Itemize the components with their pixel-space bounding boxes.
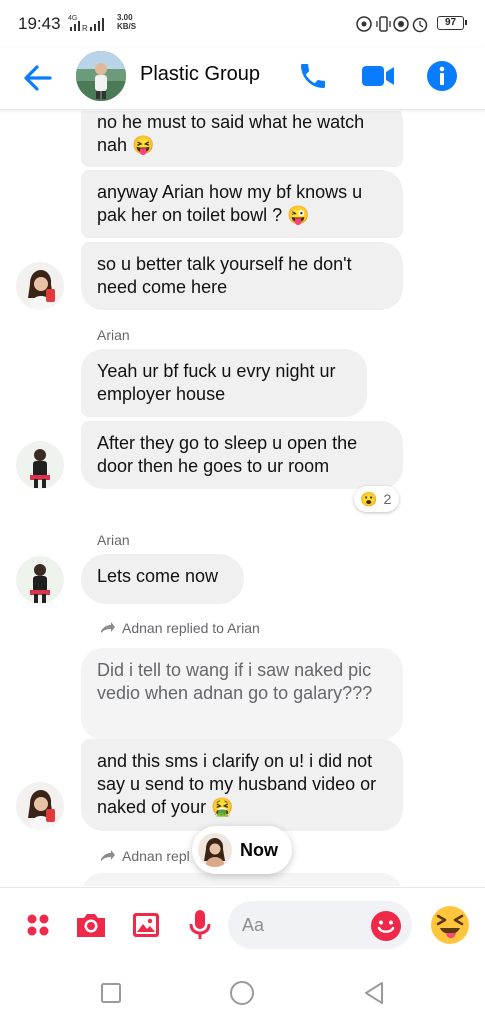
message-text: Lets come now: [97, 566, 219, 586]
reply-arrow-icon: [101, 850, 115, 861]
message-text: anyway Arian how my bf knows u pak her o…: [97, 182, 363, 225]
phone-icon: [301, 64, 325, 88]
emoji-icon: [371, 911, 401, 941]
system-nav-bar: [0, 962, 485, 1024]
reaction-count: 2: [383, 491, 392, 507]
sender-avatar[interactable]: [16, 782, 64, 830]
reaction-emoji: 😮: [360, 490, 378, 507]
home-icon: [230, 981, 254, 1005]
reply-text: Adnan replied to Arian: [122, 620, 260, 636]
home-button[interactable]: [228, 979, 256, 1007]
reply-text: Adnan repl: [122, 848, 190, 864]
sender-name: Arian: [97, 327, 130, 343]
message-bubble[interactable]: so u better talk yourself he don't need …: [81, 242, 403, 310]
reply-arrow-icon: [101, 622, 115, 633]
video-camera-icon: [362, 66, 394, 86]
reply-indicator: Adnan replied to Arian: [100, 620, 260, 636]
gallery-button[interactable]: [129, 908, 163, 942]
more-dots-icon: [27, 914, 49, 936]
status-bar: 19:43 4G R 3.00 KB/S 97: [0, 0, 485, 48]
more-actions-button[interactable]: [21, 908, 55, 942]
squint-tongue-emoji-icon: [431, 906, 469, 944]
net-speed: 3.00 KB/S: [117, 13, 137, 31]
gallery-icon: [133, 913, 159, 937]
dnd-icon: [393, 16, 409, 32]
quoted-message[interactable]: Did i tell to wang if i saw naked pic ve…: [81, 648, 403, 740]
vibrate-icon: [376, 16, 391, 32]
svg-text:R: R: [82, 24, 88, 33]
group-avatar[interactable]: [76, 51, 126, 101]
message-bubble[interactable]: and this sms i clarify on u! i did not s…: [81, 739, 403, 831]
now-label: Now: [240, 839, 278, 860]
message-bubble[interactable]: no he must to said what he watch nah 😝: [81, 111, 403, 167]
group-photo: [76, 51, 126, 101]
back-icon: [365, 982, 383, 1004]
message-text: and this sms i clarify on u! i did not s…: [97, 751, 377, 817]
clock: 19:43: [18, 14, 61, 33]
message-composer: [0, 887, 485, 961]
voice-message-button[interactable]: [183, 908, 217, 942]
back-button[interactable]: [20, 60, 56, 96]
avatar-photo: [16, 556, 64, 604]
avatar-photo: [16, 262, 64, 310]
message-text: After they go to sleep u open the door t…: [97, 433, 358, 476]
back-nav-button[interactable]: [360, 979, 388, 1007]
message-list[interactable]: no he must to said what he watch nah 😝 a…: [0, 111, 485, 886]
message-bubble[interactable]: After they go to sleep u open the door t…: [81, 421, 403, 489]
message-text: so u better talk yourself he don't need …: [97, 254, 352, 297]
reaction-badge[interactable]: 😮 2: [354, 486, 400, 512]
quick-reaction-button[interactable]: [429, 904, 471, 946]
message-text: Yeah ur bf fuck u evry night ur employer…: [97, 361, 336, 404]
status-icons: [356, 16, 428, 33]
message-bubble[interactable]: anyway Arian how my bf knows u pak her o…: [81, 170, 403, 238]
message-text: no he must to said what he watch nah 😝: [97, 112, 365, 155]
camera-icon: [77, 914, 105, 937]
battery-indicator: 97: [437, 16, 467, 30]
jump-to-latest-button[interactable]: Now: [192, 826, 292, 874]
back-arrow-icon: [24, 65, 52, 91]
avatar-photo: [16, 441, 64, 489]
info-icon: [427, 61, 457, 91]
message-bubble[interactable]: Lets come now: [81, 554, 244, 604]
voice-call-button[interactable]: [295, 58, 331, 94]
camera-button[interactable]: [74, 908, 108, 942]
avatar-photo: [198, 833, 232, 867]
latest-sender-avatar: [198, 833, 232, 867]
alarm-icon: [412, 17, 428, 33]
quoted-text: Did i tell to wang if i saw naked pic ve…: [97, 660, 373, 703]
hotspot-icon: [356, 16, 372, 32]
sender-avatar[interactable]: [16, 262, 64, 310]
sender-avatar[interactable]: [16, 441, 64, 489]
microphone-icon: [189, 910, 211, 939]
message-bubble[interactable]: Yeah ur bf fuck u evry night ur employer…: [81, 349, 367, 417]
avatar-photo: [16, 782, 64, 830]
recent-apps-button[interactable]: [97, 979, 125, 1007]
signal-icon: 4G R: [68, 15, 104, 33]
network-type: 4G: [68, 15, 77, 22]
recent-apps-icon: [101, 983, 121, 1003]
reply-indicator: Adnan repl: [100, 848, 190, 864]
video-call-button[interactable]: [360, 58, 396, 94]
sender-avatar[interactable]: [16, 556, 64, 604]
conversation-title[interactable]: Plastic Group: [140, 63, 260, 86]
emoji-picker-button[interactable]: [370, 910, 402, 942]
conversation-info-button[interactable]: [424, 58, 460, 94]
chat-header: Plastic Group: [0, 48, 485, 110]
message-bubble[interactable]: [81, 873, 403, 886]
sender-name: Arian: [97, 532, 130, 548]
